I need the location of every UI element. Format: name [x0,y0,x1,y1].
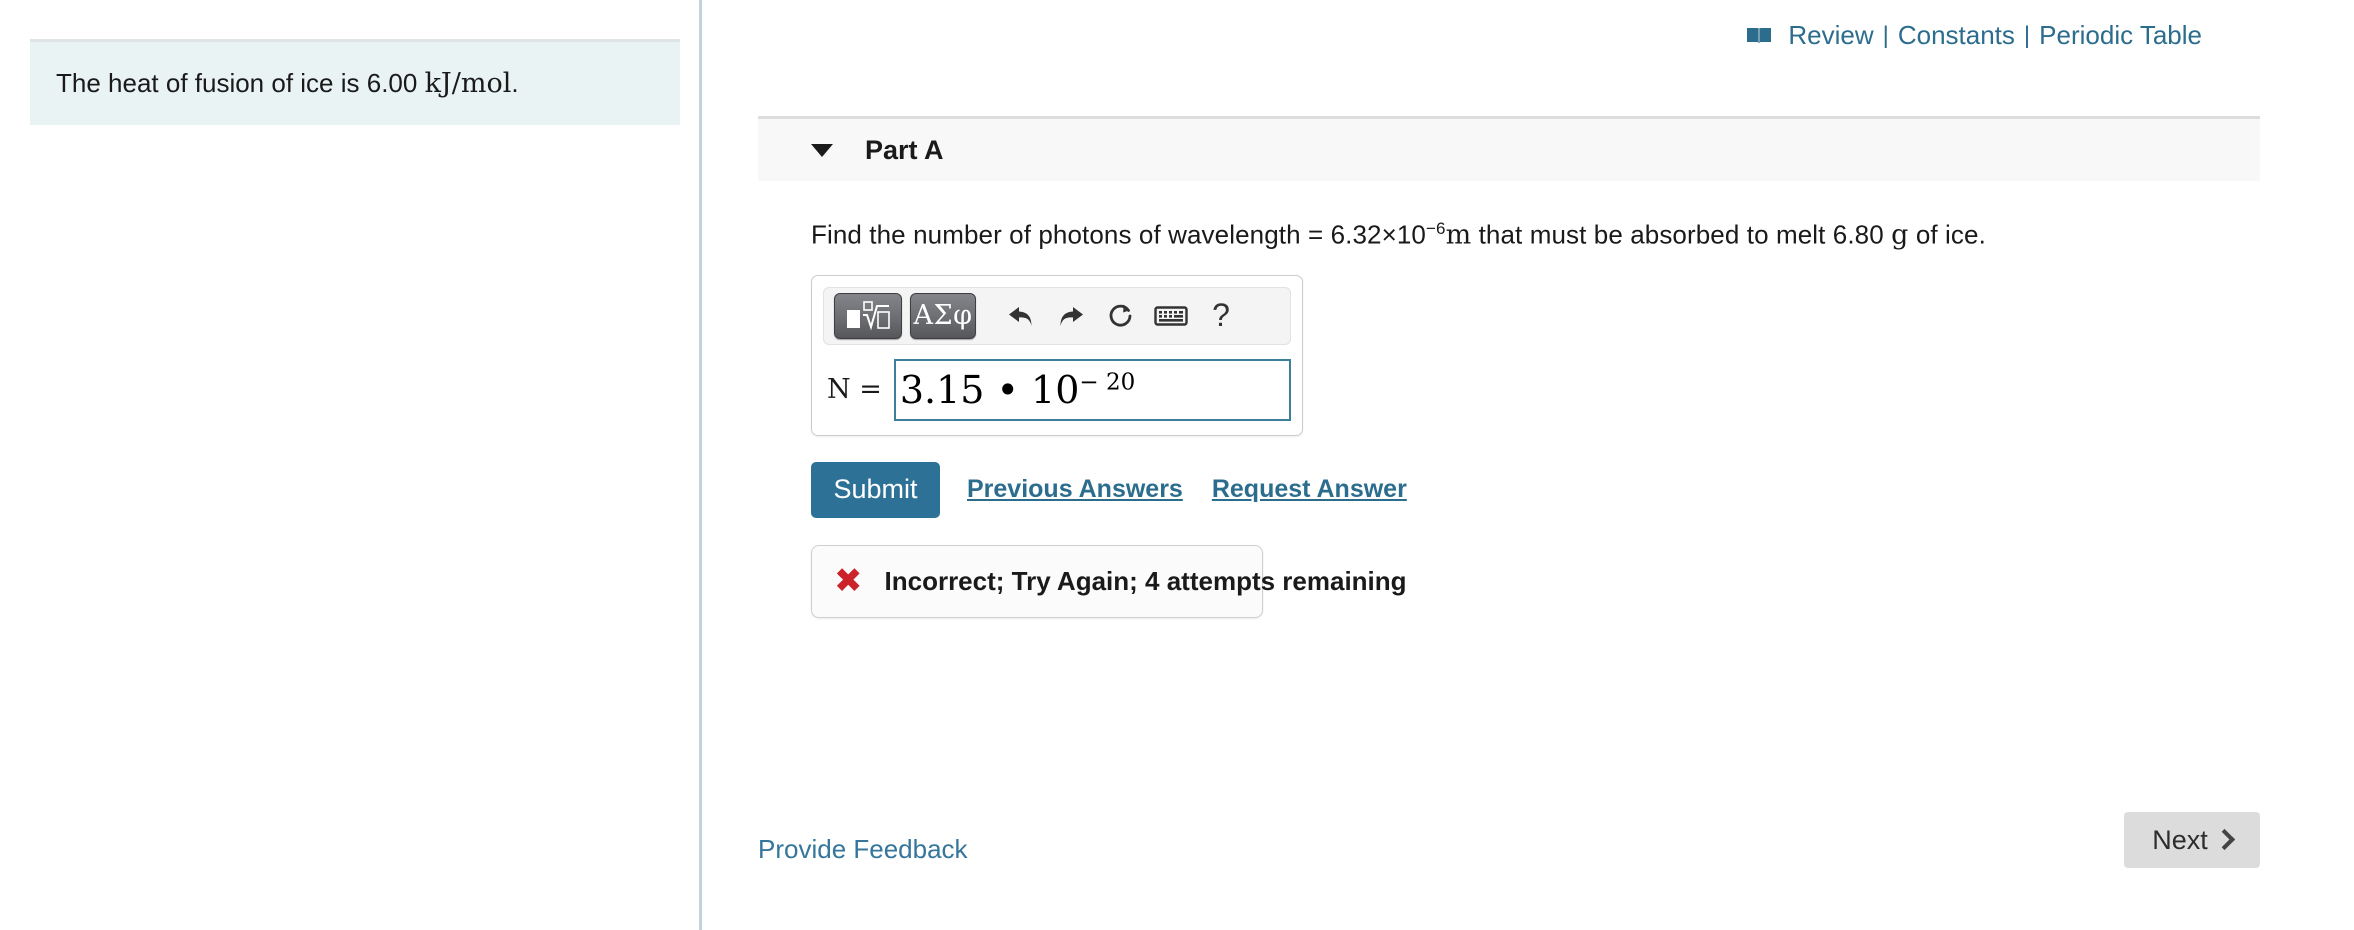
answer-action-links: Previous Answers Request Answer [967,475,1407,504]
intro-prefix: The heat of fusion of ice is 6.00 [56,67,425,98]
math-editor-toolbar: ΑΣφ ? [823,286,1291,345]
link-separator-2: | [2023,21,2031,49]
answer-widget: ΑΣφ ? N = 3.15 • 10− 20 [811,274,1303,436]
left-problem-panel: The heat of fusion of ice is 6.00 kJ/mol… [0,0,702,930]
question-post: of ice. [1908,219,1986,250]
review-link[interactable]: Review [1786,20,1875,51]
problem-intro-box: The heat of fusion of ice is 6.00 kJ/mol… [30,39,680,125]
open-book-icon [1746,26,1772,46]
chevron-right-icon [2213,828,2235,850]
caret-down-icon[interactable] [811,143,833,157]
question-mid: that must be absorbed to melt 6.80 [1471,219,1892,250]
greek-symbols-label: ΑΣφ [913,300,973,332]
main-content: Review | Constants | Periodic Table Part… [702,0,2354,930]
undo-arrow-icon[interactable] [996,293,1046,339]
answer-mantissa: 3.15 • 10 [899,367,1080,412]
answer-input[interactable]: 3.15 • 10− 20 [893,358,1291,421]
problem-page: The heat of fusion of ice is 6.00 kJ/mol… [0,0,2354,930]
periodic-table-link[interactable]: Periodic Table [2037,20,2204,51]
link-separator-1: | [1882,21,1889,49]
question-unit-g: g [1891,219,1909,251]
resource-links: Review | Constants | Periodic Table [1746,20,2204,51]
red-x-icon: ✖ [834,561,863,602]
answer-variable-label: N = [827,374,882,406]
part-a-header[interactable]: Part A [758,116,2260,181]
intro-suffix: . [511,67,519,98]
provide-feedback-link[interactable]: Provide Feedback [758,834,968,865]
request-answer-link[interactable]: Request Answer [1212,475,1407,504]
part-a-card: Part A Find the number of photons of wav… [758,116,2260,618]
answer-input-row: N = 3.15 • 10− 20 [823,358,1291,421]
question-pre: Find the number of photons of wavelength… [811,219,1426,250]
next-button[interactable]: Next [2124,812,2260,868]
feedback-box: ✖ Incorrect; Try Again; 4 attempts remai… [811,544,1407,618]
help-question-icon[interactable]: ? [1196,293,1246,339]
redo-arrow-icon[interactable] [1046,293,1096,339]
constants-link[interactable]: Constants [1896,20,2017,51]
intro-units: kJ/mol [424,67,512,99]
question-text: Find the number of photons of wavelength… [811,181,2260,251]
part-a-body: Find the number of photons of wavelength… [758,181,2260,618]
previous-answers-link[interactable]: Previous Answers [967,475,1183,504]
submit-button[interactable]: Submit [811,461,940,518]
question-exponent: −6 [1425,219,1446,238]
problem-intro-text: The heat of fusion of ice is 6.00 kJ/mol… [56,66,519,101]
math-template-button[interactable] [834,292,902,339]
part-a-title: Part A [865,134,944,165]
question-unit-m: m [1445,219,1472,251]
reset-circular-arrow-icon[interactable] [1096,293,1146,339]
feedback-message: Incorrect; Try Again; 4 attempts remaini… [884,565,1407,596]
submit-row: Submit Previous Answers Request Answer [811,461,2260,518]
greek-symbols-button[interactable]: ΑΣφ [910,292,976,339]
answer-value: 3.15 • 10− 20 [900,371,1135,409]
answer-exponent: − 20 [1079,369,1136,395]
next-button-label: Next [2152,824,2208,855]
keyboard-icon[interactable] [1146,293,1196,339]
